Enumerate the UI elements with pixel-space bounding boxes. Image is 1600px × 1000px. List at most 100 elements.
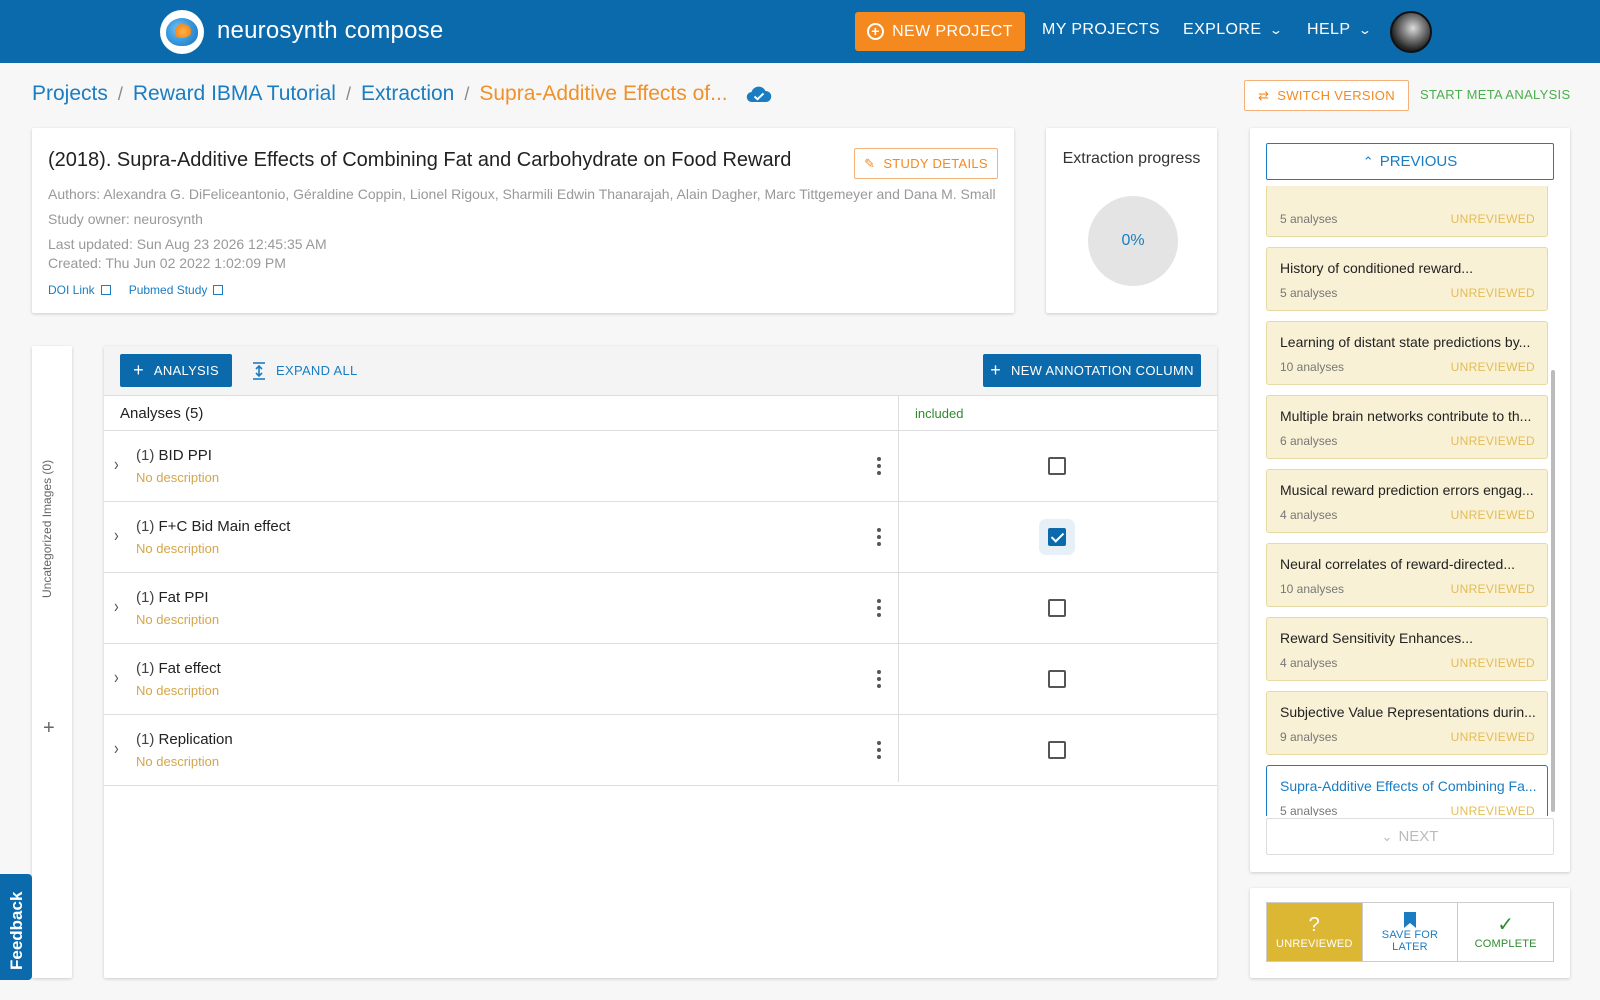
study-list-item[interactable]: Reward Sensitivity Enhances... 4 analyse… xyxy=(1266,617,1548,681)
included-column-header[interactable]: included xyxy=(915,406,963,421)
analysis-index: (1) xyxy=(136,589,155,606)
analyses-count-header: Analyses (5) xyxy=(120,405,204,422)
chevron-right-icon[interactable]: › xyxy=(114,596,119,617)
status-button-group: ? UNREVIEWED SAVE FOR LATER ✓ COMPLETE xyxy=(1266,902,1554,962)
analysis-name[interactable]: (1) Replication xyxy=(136,731,233,748)
included-checkbox[interactable] xyxy=(1048,528,1066,546)
chevron-down-icon: ⌄ xyxy=(1381,828,1393,844)
chevron-right-icon[interactable]: › xyxy=(114,525,119,546)
breadcrumb-separator: / xyxy=(345,83,351,104)
more-vert-icon[interactable] xyxy=(877,670,881,688)
previous-button[interactable]: ⌃ PREVIOUS xyxy=(1266,143,1554,180)
study-title: (2018). Supra-Additive Effects of Combin… xyxy=(48,149,792,171)
add-icon[interactable]: + xyxy=(43,717,55,740)
extraction-progress-card: Extraction progress 0% xyxy=(1046,128,1217,313)
study-status: UNREVIEWED xyxy=(1450,360,1535,374)
new-annotation-column-label: NEW ANNOTATION COLUMN xyxy=(1011,363,1194,378)
feedback-tab[interactable]: Feedback xyxy=(0,874,32,980)
study-analyses-count: 5 analyses xyxy=(1280,286,1338,300)
previous-label: PREVIOUS xyxy=(1379,153,1458,170)
study-list-item[interactable]: Neural correlates of reward-directed... … xyxy=(1266,543,1548,607)
breadcrumb-extraction[interactable]: Extraction xyxy=(361,82,454,106)
complete-button[interactable]: ✓ COMPLETE xyxy=(1458,903,1553,961)
analysis-name[interactable]: (1) Fat effect xyxy=(136,660,221,677)
uncategorized-images-panel[interactable]: Uncategorized Images (0) + xyxy=(32,346,72,978)
analysis-name[interactable]: (1) Fat PPI xyxy=(136,589,209,606)
study-list-item[interactable]: Subjective Value Representations durin..… xyxy=(1266,691,1548,755)
study-analyses-count: 5 analyses xyxy=(1280,804,1338,816)
switch-version-button[interactable]: ⇄ SWITCH VERSION xyxy=(1244,80,1409,111)
included-checkbox[interactable] xyxy=(1048,670,1066,688)
progress-title: Extraction progress xyxy=(1062,150,1201,167)
study-list-scrollbar[interactable] xyxy=(1551,370,1555,812)
study-list-item[interactable]: Learning of distant state predictions by… xyxy=(1266,321,1548,385)
study-analyses-count: 5 analyses xyxy=(1280,212,1338,226)
study-details-label: STUDY DETAILS xyxy=(883,156,988,171)
table-row: › (1) F+C Bid Main effect No description xyxy=(104,502,1217,573)
breadcrumb-projects[interactable]: Projects xyxy=(32,82,108,106)
chevron-right-icon[interactable]: › xyxy=(114,454,119,475)
save-for-later-button[interactable]: SAVE FOR LATER xyxy=(1363,903,1459,961)
study-analyses-count: 10 analyses xyxy=(1280,360,1345,374)
explore-label: EXPLORE xyxy=(1183,21,1262,38)
included-checkbox[interactable] xyxy=(1048,741,1066,759)
plus-icon: + xyxy=(990,360,1002,380)
save-for-later-label: SAVE FOR LATER xyxy=(1381,929,1439,953)
chevron-right-icon[interactable]: › xyxy=(114,667,119,688)
study-analyses-count: 4 analyses xyxy=(1280,508,1338,522)
study-list-item[interactable]: History of conditioned reward... 5 analy… xyxy=(1266,247,1548,311)
doi-link[interactable]: DOI Link xyxy=(48,283,111,297)
user-avatar[interactable] xyxy=(1390,11,1432,53)
uncategorized-images-label: Uncategorized Images (0) xyxy=(40,459,54,598)
study-name: Multiple brain networks contribute to th… xyxy=(1280,408,1532,424)
more-vert-icon[interactable] xyxy=(877,528,881,546)
new-project-label: NEW PROJECT xyxy=(892,22,1013,40)
chevron-down-icon: ⌄ xyxy=(1358,23,1373,37)
my-projects-link[interactable]: MY PROJECTS xyxy=(1042,21,1160,39)
pubmed-link[interactable]: Pubmed Study xyxy=(129,283,224,297)
expand-all-button[interactable]: EXPAND ALL xyxy=(252,354,358,387)
study-details-button[interactable]: ✎ STUDY DETAILS xyxy=(854,148,998,179)
chevron-right-icon[interactable]: › xyxy=(114,738,119,759)
more-vert-icon[interactable] xyxy=(877,741,881,759)
study-status: UNREVIEWED xyxy=(1450,730,1535,744)
study-analyses-count: 6 analyses xyxy=(1280,434,1338,448)
study-list-item[interactable]: Musical reward prediction errors engag..… xyxy=(1266,469,1548,533)
more-vert-icon[interactable] xyxy=(877,457,881,475)
breadcrumb-separator: / xyxy=(117,83,123,104)
study-list-item[interactable]: 5 analyses UNREVIEWED xyxy=(1266,186,1548,237)
start-meta-analysis-button[interactable]: START META ANALYSIS xyxy=(1420,87,1570,102)
next-label: NEXT xyxy=(1398,828,1439,845)
new-project-button[interactable]: + NEW PROJECT xyxy=(855,12,1025,51)
neurosynth-logo[interactable] xyxy=(160,10,204,54)
analysis-name[interactable]: (1) BID PPI xyxy=(136,447,212,464)
explore-menu[interactable]: EXPLORE ⌄ xyxy=(1183,21,1283,39)
analysis-description: No description xyxy=(136,683,220,698)
progress-value: 0% xyxy=(1121,232,1145,249)
new-annotation-column-button[interactable]: + NEW ANNOTATION COLUMN xyxy=(983,354,1201,387)
add-analysis-label: ANALYSIS xyxy=(153,363,219,378)
next-button[interactable]: ⌄ NEXT xyxy=(1266,818,1554,855)
plus-icon: + xyxy=(133,360,144,380)
study-status-card: ? UNREVIEWED SAVE FOR LATER ✓ COMPLETE xyxy=(1250,888,1570,978)
study-name: Learning of distant state predictions by… xyxy=(1280,334,1531,350)
breadcrumb-project[interactable]: Reward IBMA Tutorial xyxy=(133,82,336,106)
switch-version-label: SWITCH VERSION xyxy=(1277,88,1395,103)
study-list-item-active[interactable]: Supra-Additive Effects of Combining Fa..… xyxy=(1266,765,1548,816)
analysis-name[interactable]: (1) F+C Bid Main effect xyxy=(136,518,290,535)
add-analysis-button[interactable]: + ANALYSIS xyxy=(120,354,232,387)
study-last-updated: Last updated: Sun Aug 23 2026 12:45:35 A… xyxy=(48,236,327,252)
pubmed-link-label: Pubmed Study xyxy=(128,283,208,297)
study-analyses-count: 4 analyses xyxy=(1280,656,1338,670)
help-menu[interactable]: HELP ⌄ xyxy=(1307,21,1373,39)
more-vert-icon[interactable] xyxy=(877,599,881,617)
analyses-panel: + ANALYSIS EXPAND ALL + NEW ANNOTATION C… xyxy=(104,346,1217,978)
study-list-item[interactable]: Multiple brain networks contribute to th… xyxy=(1266,395,1548,459)
analysis-index: (1) xyxy=(136,660,155,677)
unreviewed-button[interactable]: ? UNREVIEWED xyxy=(1267,903,1363,961)
table-row: › (1) Fat effect No description xyxy=(104,644,1217,715)
app-title[interactable]: neurosynth compose xyxy=(217,17,443,45)
study-name: Reward Sensitivity Enhances... xyxy=(1280,630,1473,646)
included-checkbox[interactable] xyxy=(1048,457,1066,475)
included-checkbox[interactable] xyxy=(1048,599,1066,617)
